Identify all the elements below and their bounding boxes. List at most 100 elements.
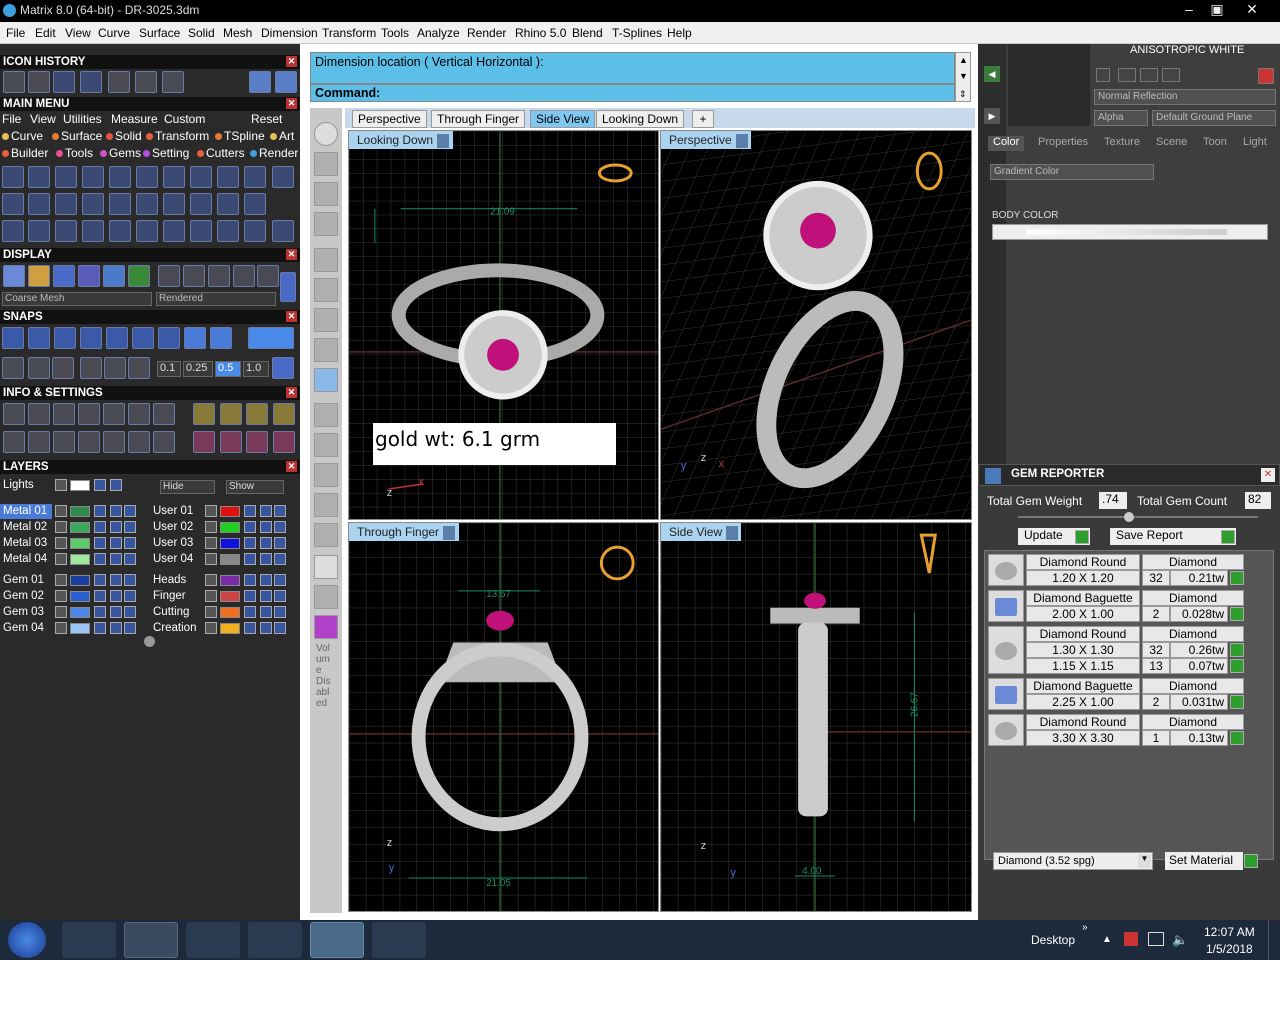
menu-tsplines[interactable]: T-Splines (612, 26, 662, 40)
curve-tool-icon[interactable] (3, 71, 25, 93)
layer-row[interactable]: User 03 (150, 536, 290, 551)
gradient-select[interactable]: Gradient Color (990, 164, 1154, 180)
viewport-label-tl[interactable]: Looking Down (349, 131, 453, 149)
minimize-icon[interactable]: – (1175, 0, 1203, 20)
material-icon-3[interactable] (1140, 68, 1158, 82)
fan-tool-icon[interactable] (163, 220, 185, 242)
dimension-3-icon[interactable] (273, 403, 295, 425)
material-select[interactable]: Diamond (3.52 spg) (993, 852, 1153, 870)
expand-icon[interactable] (55, 521, 67, 533)
tab-properties[interactable]: Properties (1038, 136, 1088, 151)
viewport-dropdown-icon[interactable] (726, 525, 739, 540)
gem-row[interactable]: Diamond Round Diamond 1.20 X 1.20 32 0.2… (988, 554, 1246, 588)
expand-icon[interactable] (205, 574, 217, 586)
render-icon[interactable] (274, 553, 286, 565)
render-icon[interactable] (124, 606, 136, 618)
snap-value-01[interactable]: 0.1 (157, 361, 181, 377)
stop-icon[interactable] (314, 122, 338, 146)
lock-icon[interactable] (94, 521, 106, 533)
view-sphere-3-icon[interactable] (208, 265, 230, 287)
lock-icon[interactable] (94, 553, 106, 565)
layer-color-swatch[interactable] (70, 575, 90, 586)
snap-end-icon[interactable] (2, 327, 24, 349)
layer-name[interactable]: Metal 03 (0, 536, 52, 551)
monitor-icon[interactable] (28, 431, 50, 453)
layer-row[interactable]: User 04 (150, 552, 290, 567)
menu-rhino[interactable]: Rhino 5.0 (515, 26, 566, 40)
split-tool-icon[interactable] (82, 220, 104, 242)
edit-icon[interactable] (128, 403, 150, 425)
dimension-2-icon[interactable] (246, 403, 268, 425)
material-icon-1[interactable] (1096, 68, 1110, 82)
matrix-taskbar-icon[interactable] (310, 922, 364, 958)
viewport-label-br[interactable]: Side View (661, 523, 741, 541)
material-icon-4[interactable] (1162, 68, 1180, 82)
save-icon[interactable] (108, 71, 130, 93)
mm-curve[interactable]: Curve (2, 129, 43, 143)
zoom-extents-icon[interactable] (314, 403, 338, 427)
render-icon[interactable] (274, 505, 286, 517)
layer-name[interactable]: Gem 03 (0, 605, 52, 620)
display-slider-icon[interactable] (280, 272, 296, 302)
dimension-icon[interactable] (220, 403, 242, 425)
network-icon[interactable] (1148, 932, 1164, 946)
blob-tool-icon[interactable] (244, 193, 266, 215)
layer-color-swatch[interactable] (220, 554, 240, 565)
ground-plane-field[interactable]: Default Ground Plane (1152, 110, 1276, 126)
layer-name[interactable]: User 01 (150, 504, 202, 519)
move-tool-icon[interactable] (55, 193, 77, 215)
weight-icon[interactable] (193, 431, 215, 453)
close-icon[interactable]: ✕ (286, 387, 297, 398)
expand-icon[interactable] (205, 537, 217, 549)
layer-color-swatch[interactable] (70, 591, 90, 602)
visible-icon[interactable] (110, 606, 122, 618)
bracket-tool-icon[interactable] (217, 220, 239, 242)
report-icon[interactable] (153, 431, 175, 453)
tab-side-view[interactable]: Side View (530, 110, 596, 128)
layer-name[interactable]: User 04 (150, 552, 202, 567)
bail-tool-icon[interactable] (217, 166, 239, 188)
view-sphere-4-icon[interactable] (233, 265, 255, 287)
visible-icon[interactable] (260, 553, 272, 565)
grid-tool-icon[interactable] (80, 71, 102, 93)
file-explorer-icon[interactable] (124, 922, 178, 958)
layer-name[interactable]: Gem 04 (0, 621, 52, 636)
mm-render[interactable]: Render (250, 146, 298, 160)
show-desktop-button[interactable] (1268, 920, 1280, 960)
snap-quad-icon[interactable] (210, 327, 232, 349)
snap-value-05[interactable]: 0.5 (215, 361, 241, 377)
dice-tool-icon[interactable] (217, 193, 239, 215)
layer-name[interactable]: Metal 04 (0, 552, 52, 567)
move-cross-icon[interactable] (109, 220, 131, 242)
expand-icon[interactable] (55, 479, 67, 491)
mm-tools[interactable]: Tools (56, 146, 93, 160)
visible-icon[interactable] (260, 537, 272, 549)
tab-through-finger[interactable]: Through Finger (431, 110, 526, 128)
close-icon[interactable]: ✕ (1238, 0, 1266, 20)
mm-setting[interactable]: Setting (143, 146, 189, 160)
media-player-icon[interactable] (186, 922, 240, 958)
menu-surface[interactable]: Surface (139, 26, 180, 40)
expand-icon[interactable] (205, 521, 217, 533)
cube-icon[interactable] (78, 403, 100, 425)
lock-icon[interactable] (244, 606, 256, 618)
layer-row[interactable]: Gem 04 (0, 621, 140, 636)
lock-icon[interactable] (94, 622, 106, 634)
snap-point-icon[interactable] (54, 327, 76, 349)
snap-cen-icon[interactable] (106, 327, 128, 349)
viewport-dropdown-icon[interactable] (443, 525, 456, 540)
viewport-label-tr[interactable]: Perspective (661, 131, 751, 149)
mm-custom[interactable]: Custom (164, 112, 205, 126)
layer-row[interactable]: Metal 01 (0, 504, 140, 519)
viewport-through-finger[interactable]: z y 13.67 21.05 Through Finger (348, 522, 659, 912)
render-icon[interactable] (274, 622, 286, 634)
visible-icon[interactable] (110, 590, 122, 602)
snap-value-10[interactable]: 1.0 (243, 361, 269, 377)
desktop-toolbar[interactable]: Desktop (1031, 933, 1075, 947)
layer-name[interactable]: Gem 01 (0, 573, 52, 588)
tab-toon[interactable]: Toon (1203, 136, 1227, 151)
alpha-field[interactable]: Alpha (1094, 110, 1148, 126)
render-icon[interactable] (124, 505, 136, 517)
set-material-go-icon[interactable] (1244, 854, 1258, 868)
render-icon[interactable] (274, 606, 286, 618)
